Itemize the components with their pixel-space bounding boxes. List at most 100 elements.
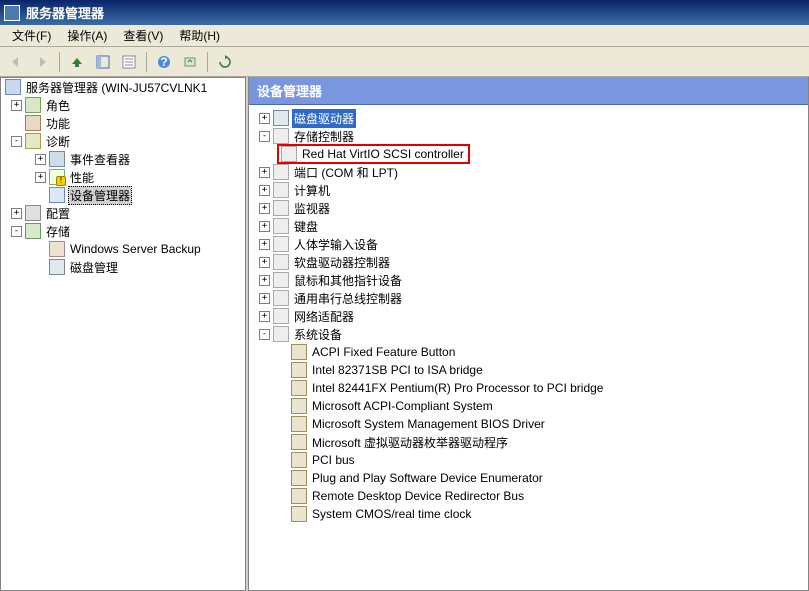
cat-hid[interactable]: + 人体学输入设备 [259,235,808,253]
performance-icon [49,169,65,185]
device-redhat-virtio-row[interactable]: Red Hat VirtIO SCSI controller [277,145,808,163]
system-device-label: Plug and Play Software Device Enumerator [310,470,545,486]
refresh-button[interactable] [213,50,237,74]
mouse-icon [273,272,289,288]
expander-monitor[interactable]: + [259,203,270,214]
tree-device-manager[interactable]: 设备管理器 [5,186,245,204]
right-panel-title: 设备管理器 [249,77,808,105]
expander-configuration[interactable]: + [11,208,22,219]
keyboard-icon [273,218,289,234]
tree-storage[interactable]: - 存储 [5,222,245,240]
scan-hardware-button[interactable] [178,50,202,74]
cat-ports[interactable]: + 端口 (COM 和 LPT) [259,163,808,181]
tree-diagnostics[interactable]: - 诊断 [5,132,245,150]
cat-computer[interactable]: + 计算机 [259,181,808,199]
cat-usb-label: 通用串行总线控制器 [292,289,404,308]
system-device-item[interactable]: PCI bus [277,451,808,469]
help-button[interactable]: ? [152,50,176,74]
tree-wsb-label: Windows Server Backup [68,241,203,257]
system-device-item[interactable]: Remote Desktop Device Redirector Bus [277,487,808,505]
expander-floppy-ctrl[interactable]: + [259,257,270,268]
cat-storage-controllers[interactable]: - 存储控制器 [259,127,808,145]
tree-event-viewer-label: 事件查看器 [68,150,132,169]
expander-storage-controllers[interactable]: - [259,131,270,142]
system-device-label: Microsoft 虚拟驱动器枚举器驱动程序 [310,433,510,452]
system-device-item[interactable]: Plug and Play Software Device Enumerator [277,469,808,487]
tree-event-viewer[interactable]: + 事件查看器 [5,150,245,168]
menu-view[interactable]: 查看(V) [115,25,171,46]
tree-configuration[interactable]: + 配置 [5,204,245,222]
back-button [4,50,28,74]
cat-network[interactable]: + 网络适配器 [259,307,808,325]
system-device-item[interactable]: Microsoft ACPI-Compliant System [277,397,808,415]
app-icon [4,5,20,21]
system-device-item[interactable]: System CMOS/real time clock [277,505,808,523]
server-icon [5,79,21,95]
roles-icon [25,97,41,113]
system-device-item[interactable]: Microsoft System Management BIOS Driver [277,415,808,433]
expander-computer[interactable]: + [259,185,270,196]
chip-icon [291,434,307,450]
tree-roles-label: 角色 [44,96,72,115]
chip-icon [291,416,307,432]
system-device-item[interactable]: ACPI Fixed Feature Button [277,343,808,361]
device-redhat-virtio-label: Red Hat VirtIO SCSI controller [300,146,466,162]
tree-wsb[interactable]: Windows Server Backup [5,240,245,258]
menu-file[interactable]: 文件(F) [4,25,59,46]
expander-event-viewer[interactable]: + [35,154,46,165]
floppy-ctrl-icon [273,254,289,270]
tree-features[interactable]: 功能 [5,114,245,132]
tree-diagnostics-label: 诊断 [44,132,72,151]
expander-performance[interactable]: + [35,172,46,183]
chip-icon [291,488,307,504]
expander-keyboard[interactable]: + [259,221,270,232]
expander-system-devices[interactable]: - [259,329,270,340]
expander-ports[interactable]: + [259,167,270,178]
ports-icon [273,164,289,180]
tree-device-manager-label: 设备管理器 [68,186,132,205]
menu-action[interactable]: 操作(A) [59,25,115,46]
monitor-icon [273,200,289,216]
expander-storage[interactable]: - [11,226,22,237]
right-panel: 设备管理器 + 磁盘驱动器 - 存储控制器 [248,77,809,591]
cat-floppy-ctrl[interactable]: + 软盘驱动器控制器 [259,253,808,271]
network-icon [273,308,289,324]
expander-roles[interactable]: + [11,100,22,111]
expander-usb[interactable]: + [259,293,270,304]
configuration-icon [25,205,41,221]
disk-mgmt-icon [49,259,65,275]
cat-monitor-label: 监视器 [292,199,332,218]
titlebar: 服务器管理器 [0,0,809,25]
system-devices-icon [273,326,289,342]
chip-icon [291,452,307,468]
cat-monitor[interactable]: + 监视器 [259,199,808,217]
tree-root[interactable]: 服务器管理器 (WIN-JU57CVLNK1 [5,78,245,96]
expander-diagnostics[interactable]: - [11,136,22,147]
system-device-item[interactable]: Microsoft 虚拟驱动器枚举器驱动程序 [277,433,808,451]
cat-disk-drives[interactable]: + 磁盘驱动器 [259,109,808,127]
cat-floppy-ctrl-label: 软盘驱动器控制器 [292,253,392,272]
system-device-item[interactable]: Intel 82371SB PCI to ISA bridge [277,361,808,379]
system-device-item[interactable]: Intel 82441FX Pentium(R) Pro Processor t… [277,379,808,397]
up-button[interactable] [65,50,89,74]
cat-mouse[interactable]: + 鼠标和其他指针设备 [259,271,808,289]
cat-usb[interactable]: + 通用串行总线控制器 [259,289,808,307]
cat-mouse-label: 鼠标和其他指针设备 [292,271,404,290]
expander-disk-drives[interactable]: + [259,113,270,124]
cat-system-devices[interactable]: - 系统设备 [259,325,808,343]
expander-hid[interactable]: + [259,239,270,250]
cat-keyboard[interactable]: + 键盘 [259,217,808,235]
left-panel: 服务器管理器 (WIN-JU57CVLNK1 + 角色 功能 - [0,77,246,591]
tree-disk-mgmt[interactable]: 磁盘管理 [5,258,245,276]
properties-button[interactable] [117,50,141,74]
cat-hid-label: 人体学输入设备 [292,235,380,254]
expander-network[interactable]: + [259,311,270,322]
menu-help[interactable]: 帮助(H) [171,25,228,46]
computer-icon [273,182,289,198]
show-hide-tree-button[interactable] [91,50,115,74]
tree-performance[interactable]: + 性能 [5,168,245,186]
cat-ports-label: 端口 (COM 和 LPT) [292,163,400,182]
tree-roles[interactable]: + 角色 [5,96,245,114]
device-manager-icon [49,187,65,203]
expander-mouse[interactable]: + [259,275,270,286]
